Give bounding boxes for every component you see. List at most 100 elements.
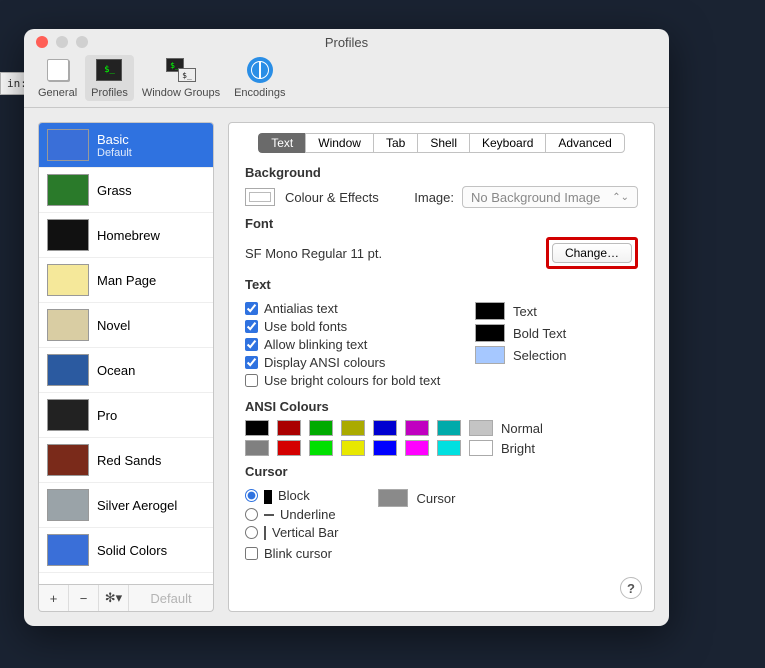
background-color-well[interactable] bbox=[245, 188, 275, 206]
swatch-label: Text bbox=[513, 304, 537, 319]
make-default-button[interactable]: Default bbox=[129, 585, 213, 611]
cursor-preview-icon bbox=[264, 488, 272, 504]
swatch-label: Bold Text bbox=[513, 326, 566, 341]
checkbox-display-ansi-colours[interactable] bbox=[245, 356, 258, 369]
tab-window[interactable]: Window bbox=[305, 133, 373, 153]
cursor-radio-underline[interactable] bbox=[245, 508, 258, 521]
cursor-radio-vertical-bar[interactable] bbox=[245, 526, 258, 539]
profile-item-ocean[interactable]: Ocean bbox=[39, 348, 213, 393]
profile-name-label: Basic bbox=[97, 132, 132, 147]
text-heading: Text bbox=[245, 277, 638, 292]
profile-actions-button[interactable]: ✻▾ bbox=[99, 585, 129, 611]
ansi-color-well[interactable] bbox=[341, 420, 365, 436]
toolbar-general[interactable]: General bbox=[32, 55, 83, 101]
profile-name-label: Homebrew bbox=[97, 228, 160, 243]
profiles-sidebar: BasicDefaultGrassHomebrewMan PageNovelOc… bbox=[38, 122, 214, 612]
ansi-color-well[interactable] bbox=[309, 420, 333, 436]
profile-name-label: Silver Aerogel bbox=[97, 498, 177, 513]
ansi-color-well[interactable] bbox=[469, 420, 493, 436]
ansi-color-well[interactable] bbox=[373, 440, 397, 456]
cursor-radio-block[interactable] bbox=[245, 489, 258, 502]
zoom-icon[interactable] bbox=[76, 36, 88, 48]
profile-item-novel[interactable]: Novel bbox=[39, 303, 213, 348]
tab-keyboard[interactable]: Keyboard bbox=[469, 133, 545, 153]
close-icon[interactable] bbox=[36, 36, 48, 48]
tab-tab[interactable]: Tab bbox=[373, 133, 417, 153]
profile-thumbnail bbox=[47, 129, 89, 161]
checkbox-label: Display ANSI colours bbox=[264, 355, 385, 370]
ansi-color-well[interactable] bbox=[245, 420, 269, 436]
checkbox-label: Allow blinking text bbox=[264, 337, 367, 352]
blink-cursor-label: Blink cursor bbox=[264, 546, 332, 561]
profile-thumbnail bbox=[47, 219, 89, 251]
ansi-color-well[interactable] bbox=[373, 420, 397, 436]
color-well-text[interactable] bbox=[475, 302, 505, 320]
profile-item-grass[interactable]: Grass bbox=[39, 168, 213, 213]
ansi-color-well[interactable] bbox=[405, 440, 429, 456]
general-icon bbox=[47, 59, 69, 81]
add-profile-button[interactable]: + bbox=[39, 585, 69, 611]
minimize-icon[interactable] bbox=[56, 36, 68, 48]
ansi-row-label: Bright bbox=[501, 441, 535, 456]
ansi-color-well[interactable] bbox=[405, 420, 429, 436]
cursor-preview-icon bbox=[264, 525, 266, 541]
cursor-color-well[interactable] bbox=[378, 489, 408, 507]
checkbox-antialias-text[interactable] bbox=[245, 302, 258, 315]
profile-name-label: Solid Colors bbox=[97, 543, 167, 558]
ansi-color-well[interactable] bbox=[437, 420, 461, 436]
blink-cursor-checkbox[interactable] bbox=[245, 547, 258, 560]
ansi-color-well[interactable] bbox=[309, 440, 333, 456]
help-button[interactable]: ? bbox=[620, 577, 642, 599]
profiles-icon: $_ bbox=[96, 59, 122, 81]
toolbar-profiles[interactable]: $_ Profiles bbox=[85, 55, 134, 101]
cursor-swatch-label: Cursor bbox=[416, 491, 455, 506]
profile-item-homebrew[interactable]: Homebrew bbox=[39, 213, 213, 258]
profile-name-label: Novel bbox=[97, 318, 130, 333]
settings-tabs: TextWindowTabShellKeyboardAdvanced bbox=[245, 133, 638, 153]
profile-name-label: Pro bbox=[97, 408, 117, 423]
profile-item-red-sands[interactable]: Red Sands bbox=[39, 438, 213, 483]
profile-thumbnail bbox=[47, 309, 89, 341]
checkbox-use-bold-fonts[interactable] bbox=[245, 320, 258, 333]
change-font-highlight: Change… bbox=[546, 237, 638, 269]
tab-text[interactable]: Text bbox=[258, 133, 305, 153]
swatch-label: Selection bbox=[513, 348, 566, 363]
color-well-bold-text[interactable] bbox=[475, 324, 505, 342]
remove-profile-button[interactable]: − bbox=[69, 585, 99, 611]
image-label: Image: bbox=[414, 190, 454, 205]
ansi-color-well[interactable] bbox=[277, 420, 301, 436]
color-well-selection[interactable] bbox=[475, 346, 505, 364]
checkbox-label: Use bold fonts bbox=[264, 319, 347, 334]
profile-item-basic[interactable]: BasicDefault bbox=[39, 123, 213, 168]
toolbar-window-groups[interactable]: $_$_ Window Groups bbox=[136, 55, 226, 101]
checkbox-label: Use bright colours for bold text bbox=[264, 373, 440, 388]
toolbar-encodings[interactable]: Encodings bbox=[228, 55, 291, 101]
current-font-label: SF Mono Regular 11 pt. bbox=[245, 246, 382, 261]
ansi-color-well[interactable] bbox=[469, 440, 493, 456]
font-heading: Font bbox=[245, 216, 638, 231]
ansi-heading: ANSI Colours bbox=[245, 399, 638, 414]
checkbox-allow-blinking-text[interactable] bbox=[245, 338, 258, 351]
profile-list[interactable]: BasicDefault Grass Homebrew Man Page Novel Oc… bbox=[38, 122, 214, 585]
tab-shell[interactable]: Shell bbox=[417, 133, 469, 153]
tab-advanced[interactable]: Advanced bbox=[545, 133, 624, 153]
ansi-color-well[interactable] bbox=[245, 440, 269, 456]
checkbox-use-bright-colours-for-bold-text[interactable] bbox=[245, 374, 258, 387]
profile-thumbnail bbox=[47, 264, 89, 296]
window-groups-icon: $_$_ bbox=[166, 58, 196, 82]
profile-thumbnail bbox=[47, 534, 89, 566]
ansi-color-well[interactable] bbox=[341, 440, 365, 456]
profile-item-silver-aerogel[interactable]: Silver Aerogel bbox=[39, 483, 213, 528]
change-font-button[interactable]: Change… bbox=[552, 243, 632, 263]
profile-name-label: Red Sands bbox=[97, 453, 161, 468]
ansi-color-well[interactable] bbox=[277, 440, 301, 456]
profile-thumbnail bbox=[47, 444, 89, 476]
profile-item-solid-colors[interactable]: Solid Colors bbox=[39, 528, 213, 573]
profile-subtitle-label: Default bbox=[97, 147, 132, 159]
profile-item-man-page[interactable]: Man Page bbox=[39, 258, 213, 303]
profile-name-label: Man Page bbox=[97, 273, 156, 288]
ansi-color-well[interactable] bbox=[437, 440, 461, 456]
profile-name-label: Grass bbox=[97, 183, 132, 198]
profile-item-pro[interactable]: Pro bbox=[39, 393, 213, 438]
background-image-select[interactable]: No Background Image ⌃⌄ bbox=[462, 186, 638, 208]
